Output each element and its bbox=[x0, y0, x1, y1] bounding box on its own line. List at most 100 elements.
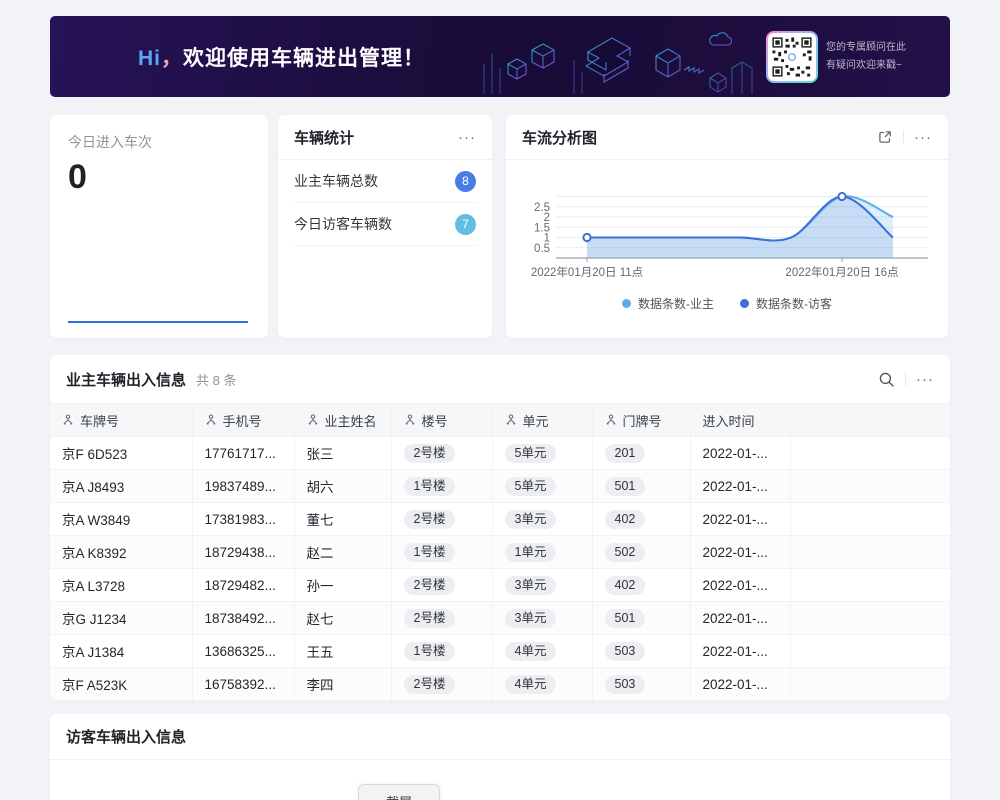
vehicle-stats-card: 车辆统计 ··· 业主车辆总数8今日访客车辆数7 bbox=[278, 115, 492, 338]
column-header-owner: 业主姓名 bbox=[294, 404, 391, 437]
tag-pill: 2号楼 bbox=[404, 609, 456, 628]
tag-pill: 3单元 bbox=[505, 510, 557, 529]
table-title: 业主车辆出入信息 bbox=[66, 369, 186, 390]
metric-label: 今日进入车次 bbox=[68, 132, 250, 152]
metric-value: 0 bbox=[68, 158, 250, 197]
cell-phone: 19837489... bbox=[192, 470, 294, 503]
cell-time: 2022-01-... bbox=[690, 569, 790, 602]
svg-text:2: 2 bbox=[544, 212, 550, 224]
greeting-text: 欢迎使用车辆进出管理！ bbox=[183, 47, 425, 70]
cell-plate: 京G J1234 bbox=[50, 602, 192, 635]
tag-pill: 2号楼 bbox=[404, 444, 456, 463]
chart-legend: 数据条数-业主 数据条数-访客 bbox=[522, 295, 932, 312]
cell-phone: 18729438... bbox=[192, 536, 294, 569]
tag-pill: 201 bbox=[605, 444, 646, 463]
cell-building: 1号楼 bbox=[391, 635, 492, 668]
cell-filler bbox=[790, 437, 950, 470]
cell-time: 2022-01-... bbox=[690, 668, 790, 701]
stat-label: 今日访客车辆数 bbox=[294, 214, 392, 234]
cell-owner: 王五 bbox=[294, 635, 391, 668]
cell-plate: 京A K8392 bbox=[50, 536, 192, 569]
cell-owner: 张三 bbox=[294, 437, 391, 470]
tag-pill: 1单元 bbox=[505, 543, 557, 562]
greeting-hi: Hi bbox=[138, 47, 161, 70]
column-label: 业主姓名 bbox=[325, 411, 377, 430]
column-header-plate: 车牌号 bbox=[50, 404, 192, 437]
cell-phone: 18729482... bbox=[192, 569, 294, 602]
svg-text:0.5: 0.5 bbox=[534, 243, 550, 255]
cell-unit: 5单元 bbox=[492, 437, 592, 470]
qr-pattern bbox=[771, 36, 813, 78]
legend-label: 数据条数-访客 bbox=[756, 295, 832, 312]
hierarchy-field-icon bbox=[205, 414, 217, 426]
cell-phone: 18738492... bbox=[192, 602, 294, 635]
stat-row: 今日访客车辆数7 bbox=[294, 203, 476, 246]
screenshot-button[interactable]: 截屏 bbox=[358, 784, 440, 800]
cell-door: 402 bbox=[592, 503, 690, 536]
stats-list: 业主车辆总数8今日访客车辆数7 bbox=[278, 160, 492, 246]
cell-unit: 3单元 bbox=[492, 569, 592, 602]
more-icon[interactable]: ··· bbox=[458, 130, 476, 145]
svg-text:1: 1 bbox=[544, 233, 550, 245]
tag-pill: 4单元 bbox=[505, 675, 557, 694]
column-header-time: 进入时间 bbox=[690, 404, 790, 437]
qr-caption: 您的专属顾问在此 有疑问欢迎来戳~ bbox=[826, 39, 930, 75]
cell-owner: 胡六 bbox=[294, 470, 391, 503]
cell-door: 402 bbox=[592, 569, 690, 602]
cell-unit: 3单元 bbox=[492, 602, 592, 635]
table-row: 京A W384917381983...董七2号楼3单元4022022-01-..… bbox=[50, 503, 950, 536]
table-row: 京F A523K16758392...李四2号楼4单元5032022-01-..… bbox=[50, 668, 950, 701]
column-label: 车牌号 bbox=[80, 411, 119, 430]
column-header-filler bbox=[790, 404, 950, 437]
table-row: 京F 6D52317761717...张三2号楼5单元2012022-01-..… bbox=[50, 437, 950, 470]
cell-time: 2022-01-... bbox=[690, 503, 790, 536]
owner-table-card: 业主车辆出入信息 共 8 条 ··· 车牌号 手机号 bbox=[50, 355, 950, 701]
cell-plate: 京A J8493 bbox=[50, 470, 192, 503]
column-label: 楼号 bbox=[422, 411, 448, 430]
cell-door: 503 bbox=[592, 668, 690, 701]
svg-text:1.5: 1.5 bbox=[534, 222, 550, 234]
cell-plate: 京A J1384 bbox=[50, 635, 192, 668]
banner-greeting: Hi，欢迎使用车辆进出管理！ bbox=[138, 42, 425, 72]
icon-divider bbox=[905, 372, 906, 386]
legend-dot bbox=[622, 299, 631, 308]
column-label: 进入时间 bbox=[703, 411, 755, 430]
cell-building: 1号楼 bbox=[391, 470, 492, 503]
owner-vehicles-table: 车牌号 手机号 业主姓名 楼号 单元 门 bbox=[50, 403, 950, 701]
legend-item[interactable]: 数据条数-业主 bbox=[622, 295, 714, 312]
more-icon[interactable]: ··· bbox=[914, 130, 932, 145]
cell-building: 1号楼 bbox=[391, 536, 492, 569]
cell-filler bbox=[790, 602, 950, 635]
cell-door: 501 bbox=[592, 602, 690, 635]
svg-text:2.5: 2.5 bbox=[534, 202, 550, 214]
search-icon[interactable] bbox=[878, 371, 895, 388]
cell-door: 201 bbox=[592, 437, 690, 470]
tag-pill: 5单元 bbox=[505, 477, 557, 496]
tag-pill: 5单元 bbox=[505, 444, 557, 463]
cell-owner: 赵七 bbox=[294, 602, 391, 635]
cell-owner: 孙一 bbox=[294, 569, 391, 602]
open-in-new-icon[interactable] bbox=[877, 129, 893, 145]
stat-row: 业主车辆总数8 bbox=[294, 160, 476, 203]
card-title: 车辆统计 bbox=[294, 127, 354, 148]
cell-unit: 4单元 bbox=[492, 635, 592, 668]
cell-unit: 3单元 bbox=[492, 503, 592, 536]
cell-plate: 京F 6D523 bbox=[50, 437, 192, 470]
record-count: 共 8 条 bbox=[196, 370, 236, 389]
more-icon[interactable]: ··· bbox=[916, 372, 934, 387]
tag-pill: 402 bbox=[605, 576, 646, 595]
cell-phone: 16758392... bbox=[192, 668, 294, 701]
tag-pill: 502 bbox=[605, 543, 646, 562]
column-header-building: 楼号 bbox=[391, 404, 492, 437]
owner-table-header: 业主车辆出入信息 共 8 条 ··· bbox=[50, 355, 950, 403]
svg-text:2022年01月20日 16点: 2022年01月20日 16点 bbox=[785, 265, 898, 279]
dashboard-page: Hi，欢迎使用车辆进出管理！ bbox=[0, 0, 1000, 800]
chart-body: 0.511.522.52022年01月20日 11点2022年01月20日 16… bbox=[506, 160, 948, 312]
welcome-banner: Hi，欢迎使用车辆进出管理！ bbox=[50, 16, 950, 97]
cell-building: 2号楼 bbox=[391, 668, 492, 701]
traffic-area-chart: 0.511.522.52022年01月20日 11点2022年01月20日 16… bbox=[522, 166, 932, 288]
table-row: 京G J123418738492...赵七2号楼3单元5012022-01-..… bbox=[50, 602, 950, 635]
hierarchy-field-icon bbox=[505, 414, 517, 426]
tag-pill: 402 bbox=[605, 510, 646, 529]
legend-item[interactable]: 数据条数-访客 bbox=[740, 295, 832, 312]
